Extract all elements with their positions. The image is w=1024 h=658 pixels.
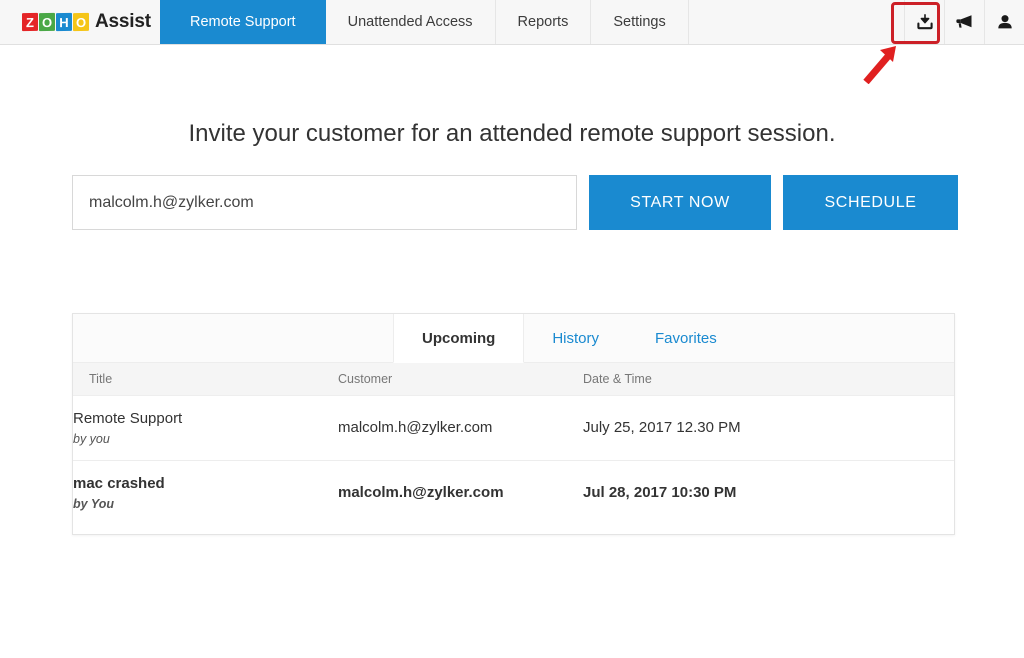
tab-label-favorites: Favorites <box>655 330 717 347</box>
start-now-button[interactable]: START NOW <box>589 175 771 230</box>
table-row[interactable]: mac crashed by You malcolm.h@zylker.com … <box>73 460 954 524</box>
cell-customer: malcolm.h@zylker.com <box>338 460 583 524</box>
table-row[interactable]: Remote Support by you malcolm.h@zylker.c… <box>73 396 954 461</box>
tab-favorites[interactable]: Favorites <box>627 314 745 362</box>
product-name: Assist <box>95 11 151 33</box>
nav-item-remote-support[interactable]: Remote Support <box>160 0 326 44</box>
nav-item-unattended-access[interactable]: Unattended Access <box>326 0 496 44</box>
schedule-button[interactable]: SCHEDULE <box>783 175 958 230</box>
main-nav: Remote Support Unattended Access Reports… <box>160 0 904 44</box>
logo-tile-h: H <box>56 13 72 31</box>
tab-label-history: History <box>552 330 599 347</box>
logo-tile-o1: O <box>39 13 55 31</box>
session-title: mac crashed <box>73 475 338 494</box>
annotation-arrow-icon <box>860 42 910 84</box>
session-title: Remote Support <box>73 410 338 429</box>
session-owner: by You <box>73 497 338 511</box>
tab-label-upcoming: Upcoming <box>422 330 495 347</box>
cell-datetime: Jul 28, 2017 10:30 PM <box>583 460 954 524</box>
announcements-button[interactable] <box>944 0 984 44</box>
nav-label-remote-support: Remote Support <box>190 14 296 30</box>
megaphone-icon <box>954 12 976 32</box>
download-icon <box>915 12 935 32</box>
cell-customer: malcolm.h@zylker.com <box>338 396 583 461</box>
table-header-row: Title Customer Date & Time <box>73 363 954 396</box>
sessions-table-body: Remote Support by you malcolm.h@zylker.c… <box>73 396 954 525</box>
tab-upcoming[interactable]: Upcoming <box>393 314 524 363</box>
top-navigation-bar: Z O H O Assist Remote Support Unattended… <box>0 0 1024 45</box>
user-account-button[interactable] <box>984 0 1024 44</box>
app-page: Z O H O Assist Remote Support Unattended… <box>0 0 1024 658</box>
logo-tile-o2: O <box>73 13 89 31</box>
column-header-date-time[interactable]: Date & Time <box>583 363 954 396</box>
page-title: Invite your customer for an attended rem… <box>0 120 1024 148</box>
nav-label-reports: Reports <box>518 14 569 30</box>
nav-action-icons <box>904 0 1024 44</box>
sessions-tabs: Upcoming History Favorites <box>73 314 954 363</box>
sessions-table: Title Customer Date & Time Remote Suppor… <box>73 363 954 525</box>
cell-title: Remote Support by you <box>73 396 338 461</box>
tab-history[interactable]: History <box>524 314 627 362</box>
zoho-logo-icon: Z O H O <box>22 13 90 31</box>
cell-title: mac crashed by You <box>73 460 338 524</box>
invite-form: START NOW SCHEDULE <box>72 175 958 230</box>
logo-tile-z: Z <box>22 13 38 31</box>
nav-item-reports[interactable]: Reports <box>496 0 592 44</box>
column-header-customer[interactable]: Customer <box>338 363 583 396</box>
nav-label-unattended-access: Unattended Access <box>348 14 473 30</box>
download-button[interactable] <box>904 0 944 44</box>
customer-email-input[interactable] <box>72 175 577 230</box>
nav-label-settings: Settings <box>613 14 665 30</box>
user-icon <box>995 12 1015 32</box>
sessions-card: Upcoming History Favorites Title Custome… <box>72 313 955 535</box>
session-owner: by you <box>73 432 338 446</box>
sessions-table-head: Title Customer Date & Time <box>73 363 954 396</box>
nav-item-settings[interactable]: Settings <box>591 0 688 44</box>
brand-logo[interactable]: Z O H O Assist <box>0 0 160 44</box>
column-header-title[interactable]: Title <box>73 363 338 396</box>
cell-datetime: July 25, 2017 12.30 PM <box>583 396 954 461</box>
